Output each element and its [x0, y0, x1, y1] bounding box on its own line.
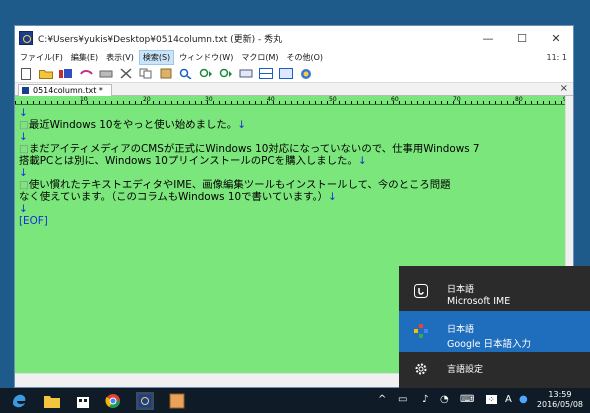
- onedrive-icon[interactable]: ●: [519, 394, 528, 405]
- ruler-mark: 80: [515, 96, 523, 103]
- keyboard-icon[interactable]: ⌨: [460, 394, 474, 405]
- volume-icon[interactable]: ♪: [422, 394, 428, 405]
- title-bar[interactable]: C:¥Users¥yukis¥Desktop¥0514column.txt (更…: [15, 26, 573, 50]
- clock[interactable]: 13:59 2016/05/08: [537, 390, 583, 410]
- paste-icon[interactable]: [159, 68, 173, 80]
- google-ime-tray-icon[interactable]: ⁘: [486, 395, 497, 404]
- help-icon[interactable]: [299, 68, 313, 80]
- tab-label: 0514column.txt *: [33, 86, 103, 95]
- menu-file[interactable]: ファイル(F): [17, 51, 66, 64]
- text-line: ↓: [19, 203, 28, 215]
- find-next-icon[interactable]: [199, 68, 213, 80]
- cut-icon[interactable]: [119, 68, 133, 80]
- ruler-mark: 30: [205, 96, 213, 103]
- cursor-position: 11: 1: [546, 53, 567, 62]
- search-icon[interactable]: [179, 68, 193, 80]
- taskbar: ^ ▭ ♪ ◔ ⌨ ⁘ A ● 13:59 2016/05/08: [0, 388, 590, 413]
- hidemaru-taskbar-icon[interactable]: [136, 392, 154, 410]
- text-line: □使い慣れたテキストエディタやIME、画像編集ツールもインストールして、今のとこ…: [19, 179, 451, 191]
- find-prev-icon[interactable]: [219, 68, 233, 80]
- text-line: ↓: [19, 167, 28, 179]
- ime-option-name: Google 日本語入力: [447, 339, 532, 350]
- menu-view[interactable]: 表示(V): [103, 51, 137, 64]
- network-icon[interactable]: ▭: [398, 394, 407, 405]
- grep-icon[interactable]: [279, 68, 293, 80]
- wifi-icon[interactable]: ◔: [440, 394, 449, 405]
- ms-ime-icon: [413, 283, 429, 299]
- language-settings-link[interactable]: 言語設定: [447, 362, 483, 375]
- ruler-mark: 60: [391, 96, 399, 103]
- replace-icon[interactable]: [239, 68, 253, 80]
- chevron-up-icon[interactable]: ^: [378, 394, 386, 405]
- edge-icon[interactable]: [10, 392, 28, 410]
- ruler-mark: 10: [80, 96, 88, 103]
- menu-macro[interactable]: マクロ(M): [238, 51, 281, 64]
- eof-marker: [EOF]: [19, 215, 48, 227]
- ruler-mark: 40: [267, 96, 275, 103]
- text-line: □最近Windows 10をやっと使い始めました。↓: [19, 119, 246, 131]
- menu-search[interactable]: 検索(S): [138, 50, 175, 65]
- menu-other[interactable]: その他(O): [284, 51, 327, 64]
- clock-date: 2016/05/08: [536, 400, 583, 409]
- print-icon[interactable]: [99, 68, 113, 80]
- ime-option-microsoft[interactable]: 日本語 Microsoft IME: [399, 271, 590, 312]
- gear-icon[interactable]: [413, 361, 429, 377]
- file-icon: [22, 87, 29, 94]
- ruler: 10 20 30 40 50 60 70 80 90: [15, 96, 565, 105]
- ime-option-language: 日本語: [447, 285, 475, 295]
- file-explorer-icon[interactable]: [43, 392, 61, 410]
- ruler-mark: 70: [453, 96, 461, 103]
- ime-switcher-popup: 日本語 Microsoft IME 日本語 Google 日本語入力 言語設定: [399, 266, 590, 388]
- ruler-ticks: [15, 101, 565, 104]
- text-line: ↓: [19, 131, 28, 143]
- minimize-button[interactable]: —: [471, 26, 505, 50]
- tab-bar: 0514column.txt * ×: [15, 83, 573, 96]
- ruler-mark: 50: [329, 96, 337, 103]
- tab-close-button[interactable]: ×: [560, 83, 568, 94]
- toolbar: [15, 65, 573, 83]
- google-ime-icon: [413, 323, 429, 339]
- chrome-icon[interactable]: [104, 392, 122, 410]
- clock-time: 13:59: [548, 390, 572, 399]
- notepad-app-icon[interactable]: [168, 392, 186, 410]
- undo-icon[interactable]: [79, 68, 93, 80]
- ime-option-google[interactable]: 日本語 Google 日本語入力: [399, 311, 590, 352]
- menu-bar: ファイル(F) 編集(E) 表示(V) 検索(S) ウィンドウ(W) マクロ(M…: [15, 50, 573, 65]
- hidemaru-app-icon[interactable]: [19, 31, 33, 45]
- save-as-icon[interactable]: [59, 68, 73, 80]
- window-title: C:¥Users¥yukis¥Desktop¥0514column.txt (更…: [38, 34, 283, 45]
- ime-option-language: 日本語: [447, 325, 475, 335]
- text-line: ↓: [19, 107, 28, 119]
- copy-icon[interactable]: [139, 68, 153, 80]
- ime-option-name: Microsoft IME: [447, 296, 511, 307]
- text-line: 搭載PCとは別に、Windows 10プリインストールのPCを購入しました。↓: [19, 155, 367, 167]
- text-line: □まだアイティメディアのCMSが正式にWindows 10対応になっていないので…: [19, 143, 480, 155]
- open-folder-icon[interactable]: [39, 68, 53, 80]
- text-line: なく使えています。（このコラムもWindows 10で書いています。）↓: [19, 191, 337, 203]
- tab-0514column[interactable]: 0514column.txt *: [18, 84, 112, 96]
- new-file-icon[interactable]: [19, 67, 33, 80]
- ruler-mark: 20: [143, 96, 151, 103]
- maximize-button[interactable]: ☐: [505, 26, 539, 50]
- ime-mode-indicator[interactable]: A: [505, 394, 512, 405]
- menu-edit[interactable]: 編集(E): [68, 51, 101, 64]
- split-window-icon[interactable]: [259, 68, 273, 80]
- close-button[interactable]: ✕: [539, 26, 573, 50]
- store-icon[interactable]: [74, 392, 92, 410]
- menu-window[interactable]: ウィンドウ(W): [176, 51, 236, 64]
